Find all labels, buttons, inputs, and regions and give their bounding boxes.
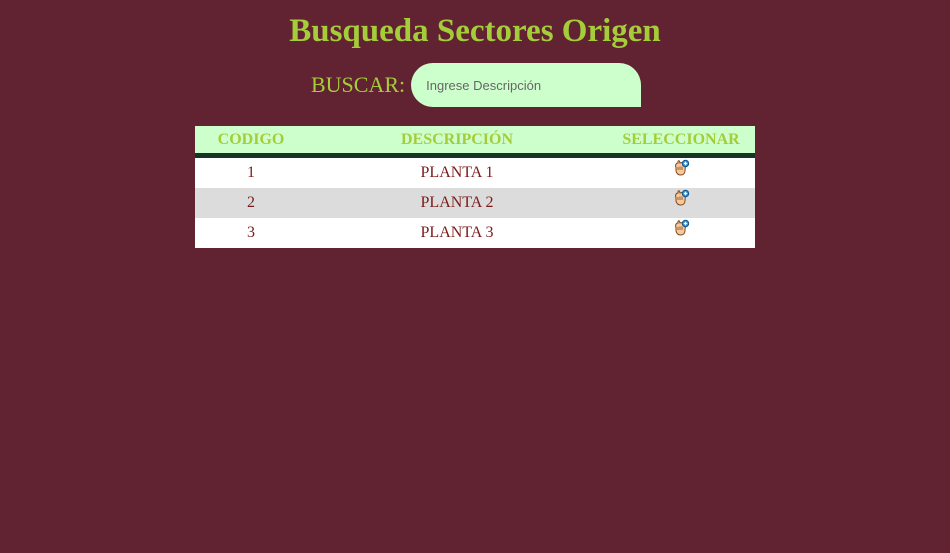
search-bar: BUSCAR: [311, 63, 642, 107]
table-row[interactable]: 2 PLANTA 2 [195, 188, 755, 218]
cell-descripcion: PLANTA 2 [307, 188, 607, 218]
cell-codigo: 1 [195, 155, 307, 188]
page: Busqueda Sectores Origen BUSCAR: CODIGO … [0, 0, 950, 553]
select-hand-icon[interactable] [673, 159, 690, 181]
select-hand-icon[interactable] [673, 219, 690, 241]
sectors-table: CODIGO DESCRIPCIÓN SELECCIONAR 1 PLANTA … [195, 126, 755, 248]
table-header-row: CODIGO DESCRIPCIÓN SELECCIONAR [195, 126, 755, 158]
cell-seleccionar [607, 218, 755, 248]
table-row[interactable]: 3 PLANTA 3 [195, 218, 755, 248]
cell-seleccionar [607, 188, 755, 218]
search-input[interactable] [411, 63, 642, 107]
cell-codigo: 3 [195, 218, 307, 248]
column-header-codigo[interactable]: CODIGO [195, 126, 307, 158]
search-label: BUSCAR: [311, 72, 406, 97]
table-row[interactable]: 1 PLANTA 1 [195, 155, 755, 188]
column-header-seleccionar[interactable]: SELECCIONAR [607, 126, 755, 158]
column-header-descripcion[interactable]: DESCRIPCIÓN [307, 126, 607, 158]
select-hand-icon[interactable] [673, 189, 690, 211]
page-title: Busqueda Sectores Origen [289, 13, 661, 49]
cell-descripcion: PLANTA 1 [307, 155, 607, 188]
cell-seleccionar [607, 155, 755, 188]
cell-descripcion: PLANTA 3 [307, 218, 607, 248]
cell-codigo: 2 [195, 188, 307, 218]
